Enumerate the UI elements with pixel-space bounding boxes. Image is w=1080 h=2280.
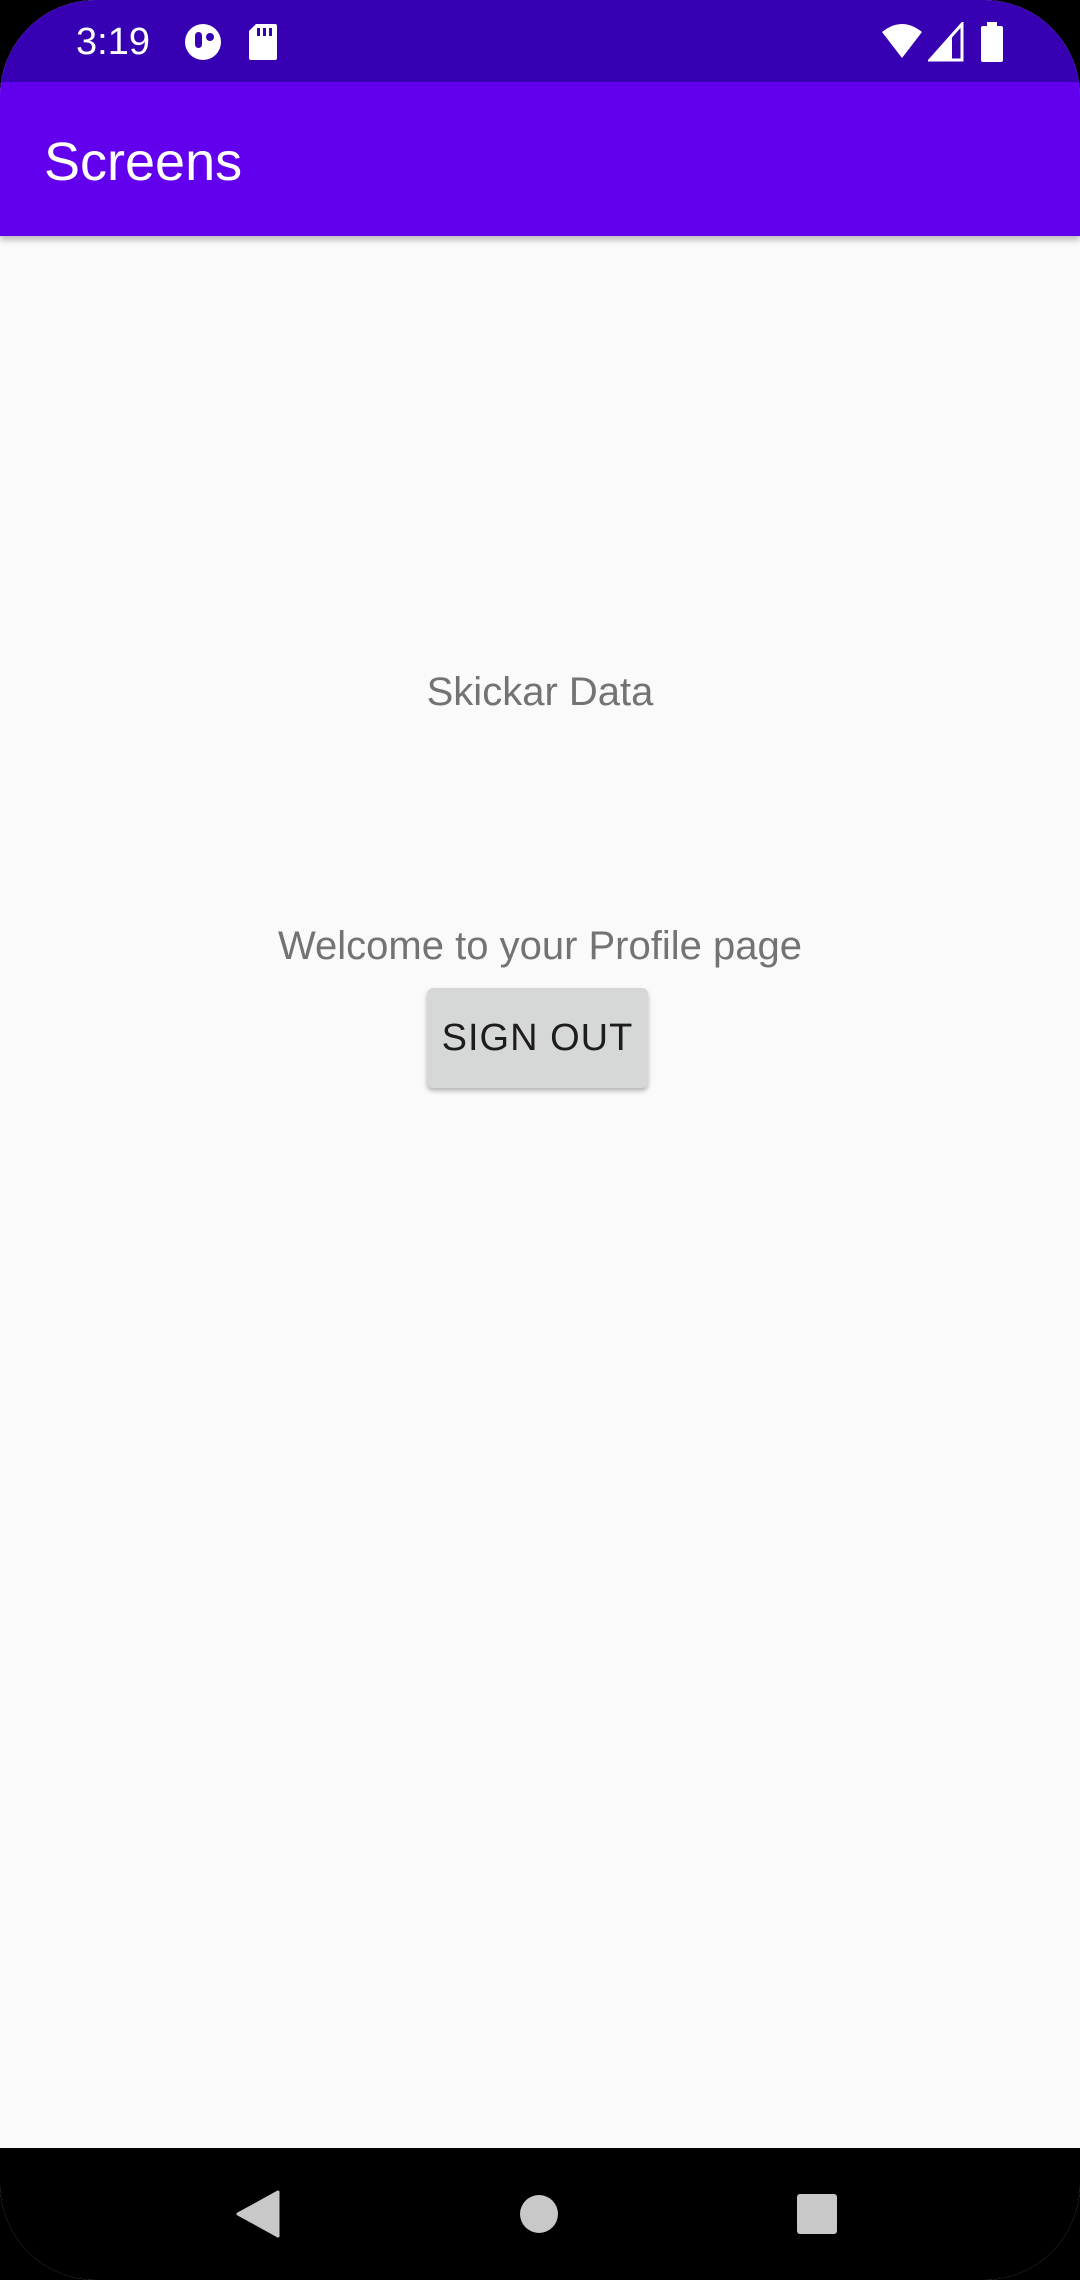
data-status-label: Skickar Data [426, 670, 654, 714]
cell-signal-icon [928, 22, 964, 62]
status-time: 3:19 [76, 21, 150, 63]
sign-out-button[interactable]: SIGN OUT [427, 988, 648, 1088]
welcome-message: Welcome to your Profile page [278, 924, 802, 968]
status-bar: 3:19 [0, 0, 1080, 82]
app-bar: Screens [0, 82, 1080, 236]
recents-icon[interactable] [797, 2194, 837, 2234]
phone-screen: 3:19 Screens Skickar Data Welcome to you… [0, 0, 1080, 2280]
app-title: Screens [44, 132, 243, 192]
wifi-icon [882, 24, 922, 58]
circle-indicator-icon [185, 24, 221, 60]
battery-icon [981, 22, 1003, 62]
back-icon[interactable] [236, 2190, 280, 2238]
sd-card-icon [249, 24, 277, 60]
navigation-bar [0, 2148, 1080, 2280]
home-icon[interactable] [519, 2194, 559, 2234]
